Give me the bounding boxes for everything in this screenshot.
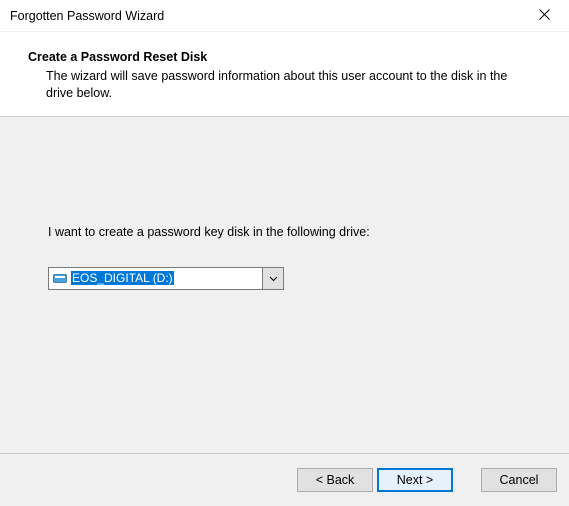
wizard-window: Forgotten Password Wizard Create a Passw…: [0, 0, 569, 506]
drive-select-text: EOS_DIGITAL (D:): [71, 271, 174, 285]
drive-select-value: EOS_DIGITAL (D:): [49, 268, 262, 289]
chevron-down-icon: [269, 269, 278, 287]
drive-icon: [53, 272, 67, 284]
wizard-footer: < Back Next > Cancel: [0, 453, 569, 506]
next-button[interactable]: Next >: [377, 468, 453, 492]
close-button[interactable]: [522, 1, 567, 31]
drive-select-combobox[interactable]: EOS_DIGITAL (D:): [48, 267, 284, 290]
back-button[interactable]: < Back: [297, 468, 373, 492]
close-icon: [539, 8, 550, 23]
wizard-header: Create a Password Reset Disk The wizard …: [0, 32, 569, 116]
cancel-button[interactable]: Cancel: [481, 468, 557, 492]
drive-select-arrow[interactable]: [262, 268, 283, 289]
wizard-content: I want to create a password key disk in …: [0, 117, 569, 453]
drive-prompt-label: I want to create a password key disk in …: [48, 225, 529, 239]
titlebar: Forgotten Password Wizard: [0, 0, 569, 32]
wizard-header-title: Create a Password Reset Disk: [28, 50, 529, 64]
wizard-header-description: The wizard will save password informatio…: [28, 68, 529, 102]
window-title: Forgotten Password Wizard: [10, 9, 522, 23]
